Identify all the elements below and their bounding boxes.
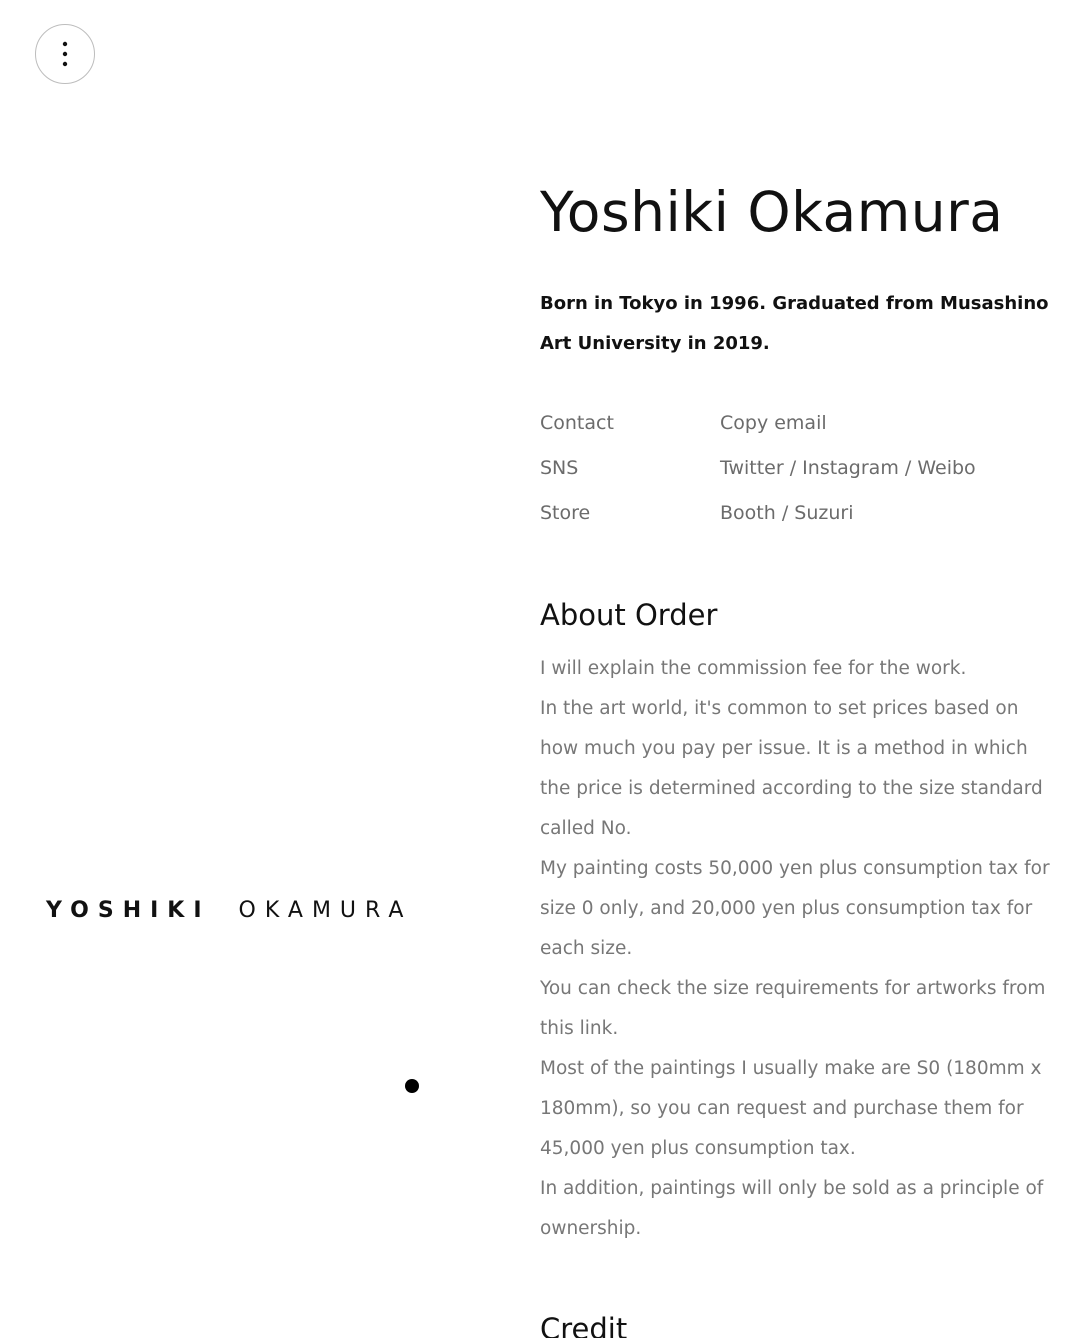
bio-text: Born in Tokyo in 1996. Graduated from Mu…	[540, 293, 1049, 354]
page-title: Yoshiki Okamura	[540, 180, 1004, 244]
about-order-paragraph: My painting costs 50,000 yen plus consum…	[540, 858, 1050, 959]
instagram-link[interactable]: Instagram	[802, 457, 899, 479]
link-separator: /	[898, 456, 918, 479]
menu-button[interactable]	[35, 24, 95, 84]
vertical-dots-icon	[62, 41, 68, 67]
sns-links: Twitter / Instagram / Weibo	[720, 457, 976, 479]
about-order-paragraph: Most of the paintings I usually make are…	[540, 1058, 1042, 1159]
cursor-dot	[405, 1079, 419, 1093]
store-label: Store	[540, 501, 591, 524]
profile-page: YOSHIKI OKAMURA Yoshiki Okamura Born in T…	[0, 0, 1070, 1338]
logo-last-name: OKAMURA	[238, 898, 413, 923]
copy-email-link[interactable]: Copy email	[720, 412, 827, 434]
about-order-title: About Order	[540, 598, 718, 632]
info-row-store: Store Booth / Suzuri	[540, 490, 1060, 535]
contact-links: Copy email	[720, 412, 827, 434]
info-table: Contact Copy email SNS Twitter / Instagr…	[540, 400, 1060, 535]
logo-first-name: YOSHIKI	[46, 898, 211, 923]
about-order-paragraph: In addition, paintings will only be sold…	[540, 1178, 1044, 1239]
site-logo[interactable]: YOSHIKI OKAMURA	[46, 896, 412, 926]
info-row-sns: SNS Twitter / Instagram / Weibo	[540, 445, 1060, 490]
link-separator: /	[775, 501, 795, 524]
booth-link[interactable]: Booth	[720, 502, 776, 524]
suzuri-link[interactable]: Suzuri	[794, 502, 853, 524]
info-row-contact: Contact Copy email	[540, 400, 1060, 445]
link-separator: /	[783, 456, 803, 479]
store-links: Booth / Suzuri	[720, 502, 853, 524]
contact-label: Contact	[540, 411, 614, 434]
main-content: Yoshiki Okamura Born in Tokyo in 1996. G…	[540, 176, 1060, 1338]
about-order-paragraph: In the art world, it's common to set pri…	[540, 698, 1043, 839]
weibo-link[interactable]: Weibo	[917, 457, 975, 479]
credit-title: Credit	[540, 1312, 628, 1338]
about-order-body: I will explain the commission fee for th…	[540, 649, 1060, 1249]
sns-label: SNS	[540, 456, 579, 479]
twitter-link[interactable]: Twitter	[720, 457, 784, 479]
about-order-paragraph: You can check the size requirements for …	[540, 978, 1046, 1039]
about-order-paragraph: I will explain the commission fee for th…	[540, 658, 967, 679]
